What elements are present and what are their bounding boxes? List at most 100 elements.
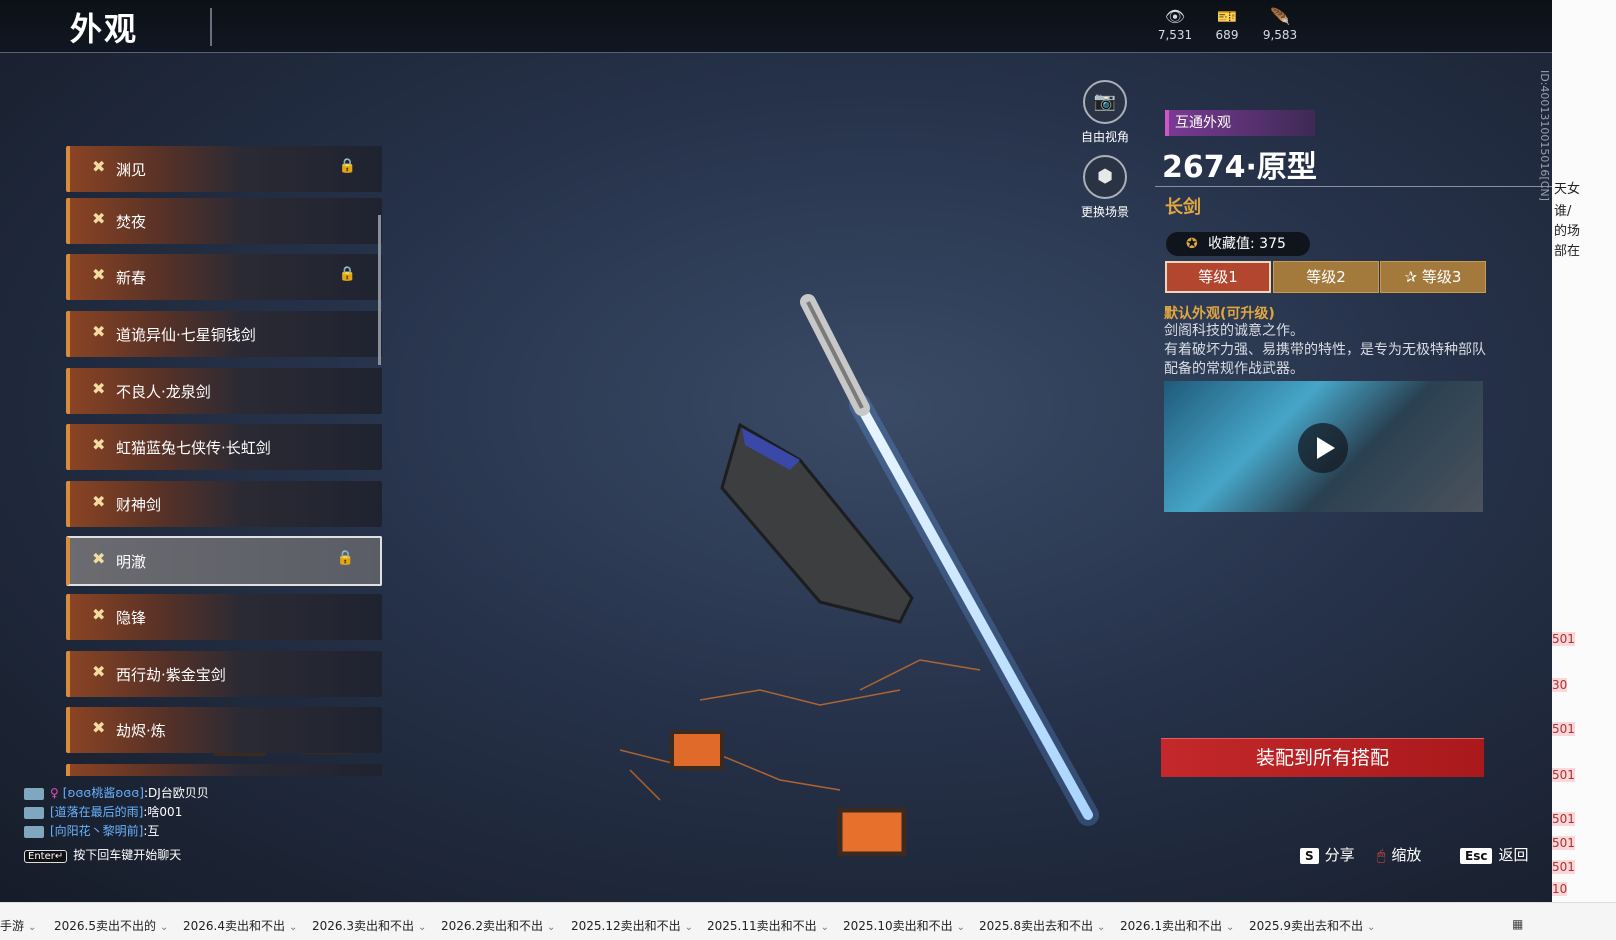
sheet-tab[interactable]: 2025.12卖出和不出 ⌄ (571, 917, 693, 934)
zoom-button[interactable]: 🖱 缩放 (1377, 844, 1421, 865)
sheet-tab[interactable]: 2026.5卖出不出的 ⌄ (54, 917, 168, 934)
list-item-label: 劫烬·炼 (116, 722, 166, 740)
chat-message: :啥001 (143, 805, 183, 819)
chevron-down-icon: ⌄ (547, 922, 556, 933)
list-item[interactable]: ✖ 新春 🔒 (66, 254, 382, 300)
cross-swords-icon: ✖ (92, 549, 106, 568)
chevron-down-icon: ⌄ (956, 922, 966, 933)
tier-3-tab[interactable]: ✰ 等级3 (1380, 261, 1486, 293)
chat-name[interactable]: [道落在最后的雨] (50, 805, 143, 819)
shared-skin-badge: 互通外观 (1165, 110, 1315, 136)
cross-swords-icon: ✖ (92, 157, 106, 176)
play-icon[interactable] (1298, 423, 1348, 473)
cross-swords-icon: ✖ (92, 209, 106, 228)
game-viewport[interactable]: 外观 👁 7,531 🎫 689 🪶 9,583 ✖ 渊见 🔒 ✖ 焚夜 ✖ 新… (0, 0, 1600, 902)
list-item-label: 财神剑 (116, 496, 162, 514)
cross-swords-icon: ✖ (92, 379, 106, 398)
list-item[interactable]: ✖ 渊见 🔒 (66, 146, 382, 192)
currency-value: 689 (1215, 28, 1239, 42)
chat-channel-icon (24, 787, 44, 800)
list-scrollbar[interactable] (378, 215, 381, 365)
chat-hint-text: 按下回车键开始聊天 (73, 848, 182, 862)
lock-icon: 🔒 (338, 158, 356, 174)
title-divider (210, 8, 212, 46)
tier-2-tab[interactable]: 等级2 (1273, 261, 1379, 293)
sliver-red: 501 (1552, 722, 1575, 736)
chat-name[interactable]: [ʚɞɞ桃酱ʚɞɞ] (63, 786, 144, 800)
share-button[interactable]: S 分享 (1300, 844, 1355, 865)
list-item[interactable]: ✖ 财神剑 (66, 481, 382, 527)
sliver-red: 10 (1552, 882, 1568, 896)
chevron-down-icon: ⌄ (28, 922, 37, 933)
share-label: 分享 (1324, 846, 1355, 864)
top-bar: 外观 👁 7,531 🎫 689 🪶 9,583 (0, 0, 1600, 53)
chat-hint[interactable]: Enter↵ 按下回车键开始聊天 (24, 846, 181, 863)
description-line: 有着破坏力强、易携带的特性，是专为无极特种部队配备的常规作战武器。 (1164, 342, 1486, 377)
sheet-tab[interactable]: 2025.11卖出和不出 ⌄ (707, 917, 829, 934)
tier-1-tab[interactable]: 等级1 (1165, 261, 1271, 293)
menu-grid-icon[interactable]: ▦ (1512, 917, 1523, 931)
currency-ticket: 🎫 689 (1199, 6, 1255, 42)
list-item[interactable]: ✖ 道诡异仙·七星铜钱剑 (66, 311, 382, 357)
lock-icon: 🔒 (336, 550, 354, 566)
sheet-tab[interactable]: 2026.2卖出和不出 ⌄ (441, 917, 555, 934)
list-item[interactable]: ✖ 劫烬·炼 (66, 707, 382, 753)
sheet-tab[interactable]: 2025.8卖出去和不出 ⌄ (979, 917, 1105, 934)
equip-all-button[interactable]: 装配到所有搭配 (1161, 738, 1484, 777)
chevron-down-icon: ⌄ (1367, 922, 1376, 933)
list-item[interactable]: ✖ 隐锋 (66, 594, 382, 640)
list-item[interactable] (66, 764, 382, 776)
lava-cracks (619, 659, 981, 801)
sliver-text: 天女 (1554, 182, 1581, 197)
lock-icon: 🔒 (338, 266, 356, 282)
list-item-label: 明澈 (116, 553, 147, 571)
enter-key-icon: Enter↵ (24, 850, 68, 863)
skin-list[interactable]: ✖ 渊见 🔒 ✖ 焚夜 ✖ 新春 🔒 ✖ 道诡异仙·七星铜钱剑 ✖ 不良人·龙泉… (66, 146, 382, 776)
sheet-tab[interactable]: 2025.9卖出去和不出 ⌄ (1249, 917, 1375, 934)
mouse-icon: 🖱 (1377, 848, 1386, 864)
page-title: 外观 (70, 10, 139, 48)
sheet-tab[interactable]: 手游 ⌄ (0, 917, 36, 934)
cross-swords-icon: ✖ (92, 718, 106, 737)
back-button[interactable]: Esc 返回 (1460, 844, 1528, 865)
sliver-red: 501 (1552, 632, 1575, 646)
cross-swords-icon: ✖ (92, 492, 106, 511)
chevron-down-icon: ⌄ (684, 922, 694, 933)
currency-feather: 🪶 9,583 (1252, 6, 1308, 42)
sheet-tab[interactable]: 2026.3卖出和不出 ⌄ (312, 917, 426, 934)
list-item-label: 焚夜 (116, 213, 147, 231)
esc-key-icon: Esc (1460, 848, 1493, 864)
list-item-label: 西行劫·紫金宝剑 (116, 666, 226, 684)
chat-name[interactable]: [向阳花丶黎明前] (50, 824, 143, 838)
female-icon: ♀ (50, 786, 59, 800)
back-label: 返回 (1498, 846, 1529, 864)
sheet-tab[interactable]: 2026.4卖出和不出 ⌄ (183, 917, 297, 934)
sliver-red: 501 (1552, 812, 1575, 826)
free-view-button[interactable]: 📷 自由视角 (1075, 80, 1135, 145)
preview-video[interactable] (1164, 381, 1483, 512)
list-item[interactable]: ✖ 焚夜 (66, 198, 382, 244)
chat-message: :DJ台欧贝贝 (143, 786, 209, 800)
sheet-tab[interactable]: 2026.1卖出和不出 ⌄ (1120, 917, 1234, 934)
gold-ticket-icon: 🎫 (1217, 7, 1237, 26)
list-item-label: 不良人·龙泉剑 (116, 383, 211, 401)
list-item[interactable]: ✖ 西行劫·紫金宝剑 (66, 651, 382, 697)
sword-sheath (720, 422, 914, 624)
camera-icon: 📷 (1083, 80, 1127, 124)
change-scene-button[interactable]: ⬢ 更换场景 (1075, 155, 1135, 220)
sheet-tab[interactable]: 2025.10卖出和不出 ⌄ (843, 917, 965, 934)
collection-icon: ✪ (1186, 236, 1198, 252)
chat-channel-icon (24, 825, 44, 838)
zoom-label: 缩放 (1391, 846, 1422, 864)
list-item[interactable]: ✖ 虹猫蓝兔七侠传·长虹剑 (66, 424, 382, 470)
feather-icon: 🪶 (1270, 7, 1290, 26)
sliver-red: 501 (1552, 768, 1575, 782)
list-item[interactable]: ✖ 不良人·龙泉剑 (66, 368, 382, 414)
chat-box: ♀ [ʚɞɞ桃酱ʚɞɞ]:DJ台欧贝贝 [道落在最后的雨]:啥001 [向阳花丶黎… (24, 784, 209, 841)
sliver-red: 501 (1552, 836, 1575, 850)
cross-swords-icon: ✖ (92, 322, 106, 341)
list-item-selected[interactable]: ✖ 明澈 🔒 (66, 536, 382, 586)
currency-value: 7,531 (1157, 28, 1193, 42)
chevron-down-icon: ⌄ (1097, 922, 1106, 933)
chat-channel-icon (24, 806, 44, 819)
